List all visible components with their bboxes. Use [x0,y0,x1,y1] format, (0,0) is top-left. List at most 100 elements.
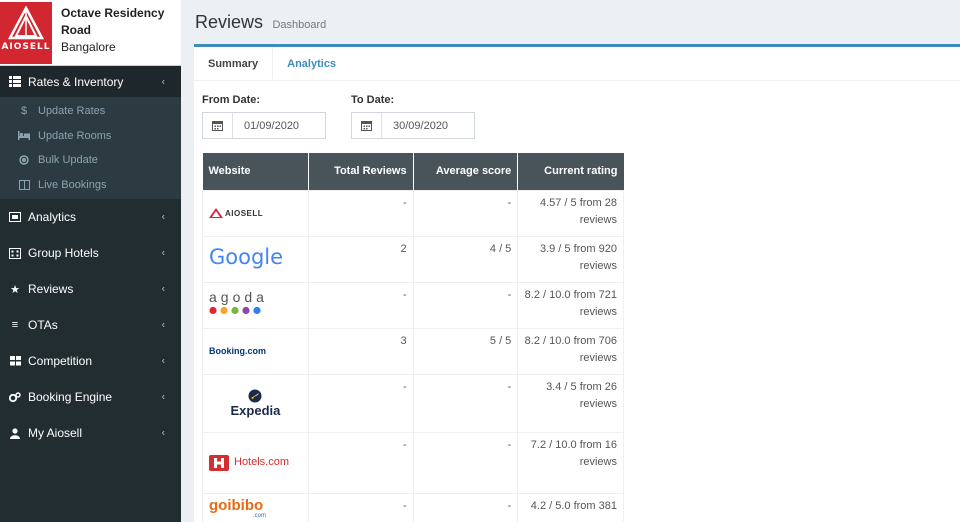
site-logo-agoda: agoda [202,281,309,329]
columns-icon [18,179,30,190]
reviews-table: Website Total Reviews Average score Curr… [202,153,624,522]
from-date-group: From Date: 01/09/2020 [202,94,326,139]
logo-triangle-icon [8,6,44,40]
tab-analytics[interactable]: Analytics [273,47,350,80]
site-logo-booking: Booking.com [202,327,309,375]
page-title: Reviews [195,12,264,32]
brand-header: AIOSELL Octave Residency Road Bangalore [0,0,181,66]
chevron-left-icon: ‹ [161,211,165,223]
building-icon [9,247,21,259]
sidebar-item-reviews[interactable]: ★ Reviews ‹ [0,271,181,307]
current-rating: 3.9 / 5 from 920 reviews [517,235,624,283]
reviews-box: Summary Analytics From Date: 01/09/2020 … [194,44,960,522]
hotels-h-icon [209,454,229,471]
current-rating: 8.2 / 10.0 from 706 reviews [517,327,624,375]
chevron-left-icon: ‹ [161,283,165,295]
sidebar-item-group-hotels[interactable]: Group Hotels ‹ [0,235,181,271]
chart-icon [9,211,21,223]
sidebar-item-competition[interactable]: Competition ‹ [0,343,181,379]
average-score: - [412,373,519,433]
aiosell-triangle-icon [209,208,223,218]
subitem-label: Update Rates [38,105,106,118]
to-date-input[interactable]: 30/09/2020 [351,112,475,139]
header-website: Website [202,153,309,190]
sidebar-item-label: OTAs [28,318,58,332]
sidebar-item-label: Booking Engine [28,390,113,404]
to-date-group: To Date: 30/09/2020 [351,94,475,139]
site-name: Google [209,244,284,269]
header-current-rating: Current rating [517,153,624,190]
from-date-label: From Date: [202,94,261,106]
list-icon: ≡ [11,319,19,331]
chevron-left-icon: ‹ [161,319,165,331]
date-filters: From Date: 01/09/2020 To Date: 30/09/202… [202,94,500,139]
site-name: goibibo [209,496,264,514]
calendar-icon [352,113,382,138]
page-header: Reviews Dashboard [181,0,960,44]
average-score: - [412,281,519,329]
main-content: Reviews Dashboard Summary Analytics From… [181,0,960,522]
sidebar-item-otas[interactable]: ≡ OTAs ‹ [0,307,181,343]
sidebar-item-label: Analytics [28,210,77,224]
sidebar-item-label: My Aiosell [28,426,83,440]
header-total-reviews: Total Reviews [308,153,414,190]
sidebar-item-my-aiosell[interactable]: My Aiosell ‹ [0,415,181,451]
circle-icon [18,155,30,165]
rates-submenu: $ Update Rates Update Rooms Bulk Update … [0,97,181,199]
gears-icon [9,391,21,403]
subitem-label: Live Bookings [38,178,107,191]
average-score: - [412,431,519,494]
table-row: Google 2 4 / 5 3.9 / 5 from 920 reviews [202,235,624,283]
chevron-left-icon: ‹ [161,427,165,439]
from-date-input[interactable]: 01/09/2020 [202,112,326,139]
average-score: 4 / 5 [412,235,519,283]
logo-text: AIOSELL [1,42,51,52]
total-reviews: - [307,189,414,237]
current-rating: 4.57 / 5 from 28 reviews [517,189,624,237]
chevron-left-icon: ‹ [161,76,165,87]
chevron-left-icon: ‹ [161,355,165,367]
site-logo-hotels: Hotels.com [202,431,309,494]
current-rating: 4.2 / 5.0 from 381 [517,492,624,522]
aiosell-logo[interactable]: AIOSELL [0,2,52,64]
star-icon: ★ [10,283,20,296]
table-row: AIOSELL - - 4.57 / 5 from 28 reviews [202,189,624,237]
sidebar-item-analytics[interactable]: Analytics ‹ [0,199,181,235]
sidebar: AIOSELL Octave Residency Road Bangalore … [0,0,181,522]
sidebar-subitem-live-bookings[interactable]: Live Bookings [0,173,181,198]
site-name: AIOSELL [225,208,264,218]
site-name: Hotels.com [234,456,290,468]
current-rating: 7.2 / 10.0 from 16 reviews [517,431,624,494]
sidebar-item-rates-inventory[interactable]: Rates & Inventory ‹ [0,66,181,97]
table-row: Booking.com 3 5 / 5 8.2 / 10.0 from 706 … [202,327,624,375]
site-name-suffix: .com [253,512,267,519]
site-name: Expedia [230,402,281,418]
table-row: Hotels.com - - 7.2 / 10.0 from 16 review… [202,431,624,494]
site-logo-google: Google [202,235,309,283]
sidebar-subitem-bulk-update[interactable]: Bulk Update [0,148,181,173]
to-date-label: To Date: [351,94,395,106]
agoda-dots-icon [209,306,261,314]
sidebar-item-label: Group Hotels [28,246,99,260]
sidebar-subitem-update-rates[interactable]: $ Update Rates [0,99,181,124]
average-score: - [412,189,519,237]
sidebar-item-label: Rates & Inventory [28,74,124,89]
to-date-value: 30/09/2020 [393,119,449,132]
user-icon [9,427,21,439]
average-score: 5 / 5 [412,327,519,375]
site-name: agoda [209,288,268,305]
average-score: - [412,492,519,522]
hotel-city: Bangalore [61,40,116,54]
sidebar-item-booking-engine[interactable]: Booking Engine ‹ [0,379,181,415]
expedia-plane-icon [248,389,262,402]
table-row: goibibo .com - - 4.2 / 5.0 from 381 [202,492,624,522]
sidebar-subitem-update-rooms[interactable]: Update Rooms [0,124,181,149]
dollar-icon: $ [20,105,28,118]
tab-summary[interactable]: Summary [194,47,274,80]
grid-icon [9,355,21,367]
total-reviews: - [307,492,414,522]
site-logo-aiosell: AIOSELL [202,189,309,237]
total-reviews: 3 [307,327,414,375]
hotel-info: Octave Residency Road Bangalore [52,0,171,56]
table-row: Expedia - - 3.4 / 5 from 26 reviews [202,373,624,433]
